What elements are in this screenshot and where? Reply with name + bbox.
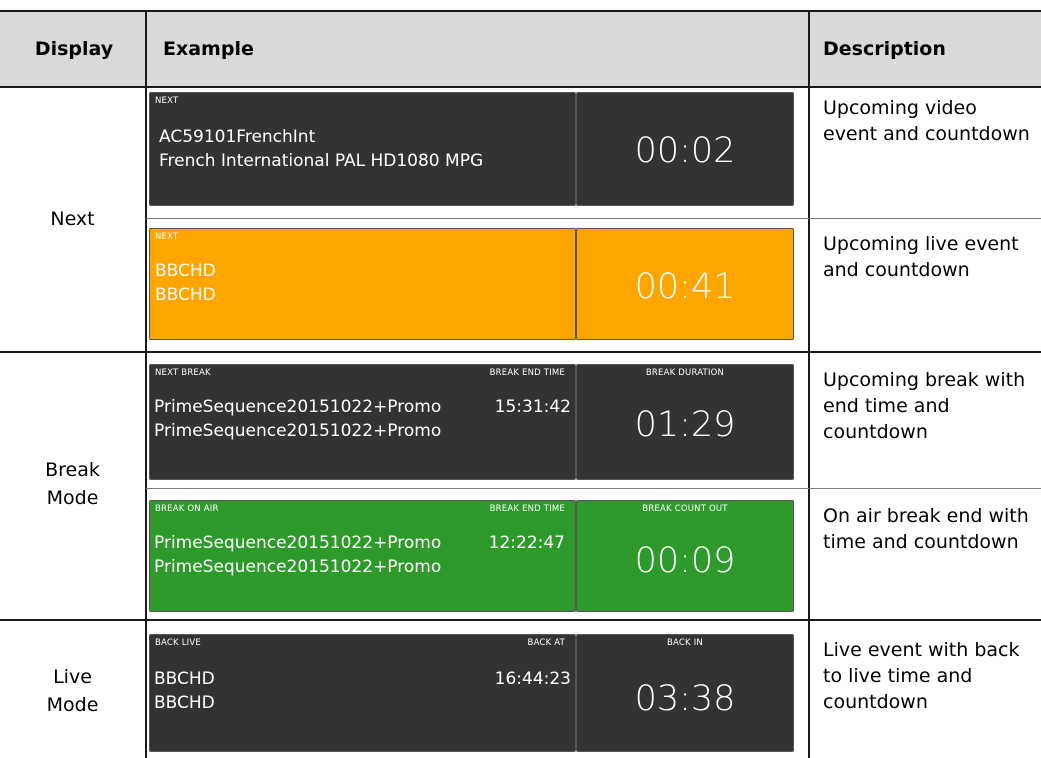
countdown-value: 00:02 bbox=[634, 131, 736, 171]
back-at-time: 16:44:23 bbox=[494, 669, 571, 689]
row-description: Upcoming break with end time and countdo… bbox=[823, 369, 1026, 444]
panel-label: NEXT BREAK bbox=[155, 368, 211, 378]
event-description: French International PAL HD1080 MPG bbox=[159, 151, 484, 171]
row-description: Upcoming live event and countdown bbox=[823, 233, 1019, 282]
group-label-next: Next bbox=[50, 208, 95, 230]
countdown-panel: 00:41 bbox=[576, 228, 794, 340]
countdown-value: 00:41 bbox=[634, 267, 736, 307]
panel-time-label: BREAK END TIME bbox=[489, 504, 565, 514]
panel-label: BREAK ON AIR bbox=[155, 504, 219, 514]
display-panel-main: NEXT BBCHD BBCHD bbox=[149, 228, 576, 340]
event-name: AC59101FrenchInt bbox=[159, 127, 316, 147]
end-time: 12:22:47 bbox=[488, 533, 565, 553]
column-divider bbox=[808, 10, 810, 758]
group-divider bbox=[0, 351, 1041, 353]
row-description: On air break end with time and countdown bbox=[823, 505, 1029, 554]
table-header: Display Example Description bbox=[0, 10, 1041, 88]
group-divider bbox=[0, 619, 1041, 621]
end-time: 15:31:42 bbox=[494, 397, 571, 417]
countdown-panel: 00:02 bbox=[576, 92, 794, 206]
event-name: BBCHD bbox=[155, 261, 216, 281]
row-divider bbox=[146, 488, 1041, 489]
countdown-panel: BACK IN 03:38 bbox=[576, 634, 794, 752]
display-panel-main: BREAK ON AIR BREAK END TIME PrimeSequenc… bbox=[149, 500, 576, 612]
display-panel-main: BACK LIVE BACK AT BBCHD BBCHD 16:44:23 bbox=[149, 634, 576, 752]
group-label-live-mode: Live Mode bbox=[46, 666, 99, 716]
countdown-value: 01:29 bbox=[634, 405, 736, 445]
display-panel-main: NEXT BREAK BREAK END TIME PrimeSequence2… bbox=[149, 364, 576, 480]
header-display: Display bbox=[34, 38, 114, 60]
panel-time-label: BREAK END TIME bbox=[489, 368, 565, 378]
countdown-value: 00:09 bbox=[634, 541, 736, 581]
row-divider bbox=[146, 218, 1041, 219]
countdown-label: BREAK COUNT OUT bbox=[642, 504, 728, 514]
event-name: PrimeSequence20151022+Promo bbox=[154, 397, 442, 417]
header-example: Example bbox=[163, 38, 254, 60]
countdown-label: BACK IN bbox=[667, 638, 703, 648]
panel-label: NEXT bbox=[155, 232, 179, 242]
countdown-label: BREAK DURATION bbox=[645, 368, 725, 378]
event-name: PrimeSequence20151022+Promo bbox=[154, 533, 442, 553]
group-label-break-mode: Break Mode bbox=[45, 459, 100, 509]
panel-time-label: BACK AT bbox=[527, 638, 565, 648]
event-description: BBCHD bbox=[154, 693, 215, 713]
display-modes-table: Display Example Description Next Break M… bbox=[0, 0, 1041, 758]
column-divider bbox=[145, 10, 147, 758]
event-description: PrimeSequence20151022+Promo bbox=[154, 421, 442, 441]
countdown-panel: BREAK DURATION 01:29 bbox=[576, 364, 794, 480]
row-description: Live event with back to live time and co… bbox=[823, 639, 1020, 714]
row-description: Upcoming video event and countdown bbox=[823, 97, 1030, 146]
event-description: PrimeSequence20151022+Promo bbox=[154, 557, 442, 577]
event-name: BBCHD bbox=[154, 669, 215, 689]
event-description: BBCHD bbox=[155, 285, 216, 305]
countdown-value: 03:38 bbox=[634, 679, 736, 719]
panel-label: NEXT bbox=[155, 96, 179, 106]
panel-label: BACK LIVE bbox=[155, 638, 201, 648]
countdown-panel: BREAK COUNT OUT 00:09 bbox=[576, 500, 794, 612]
display-panel-main: NEXT AC59101FrenchInt French Internation… bbox=[149, 92, 576, 206]
header-description: Description bbox=[823, 38, 946, 60]
